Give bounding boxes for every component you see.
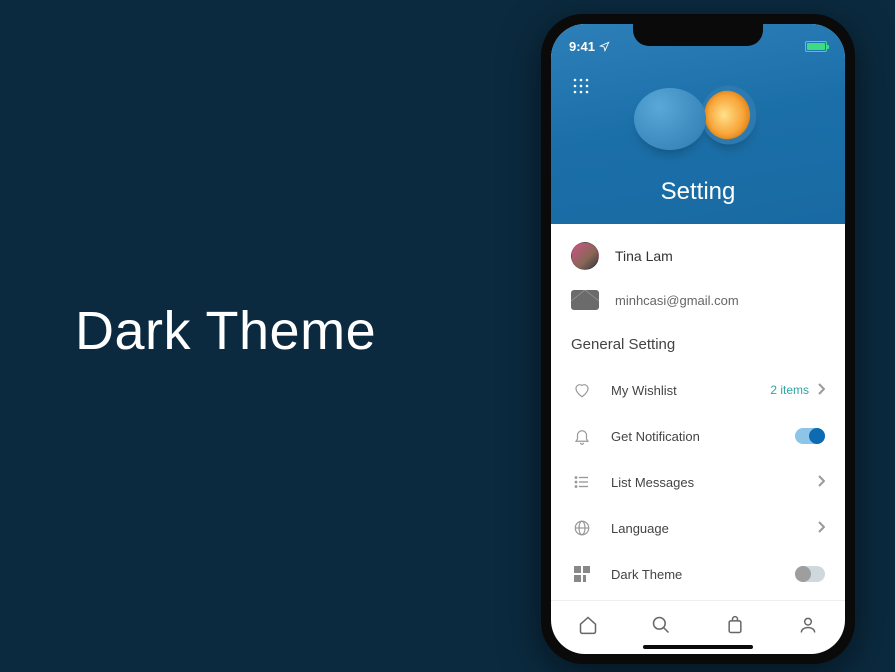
wishlist-count: 2 items <box>770 383 809 397</box>
theme-icon <box>571 566 593 582</box>
chevron-right-icon <box>817 383 825 398</box>
phone-notch <box>633 24 763 46</box>
mail-icon <box>571 290 599 310</box>
row-language[interactable]: Language <box>571 505 825 551</box>
row-wishlist[interactable]: My Wishlist 2 items <box>571 367 825 413</box>
orange-whole-illustration <box>634 88 706 150</box>
tab-profile[interactable] <box>797 614 819 636</box>
user-email: minhcasi@gmail.com <box>615 293 739 308</box>
header-illustration <box>618 74 778 154</box>
battery-icon <box>805 41 827 52</box>
phone-screen: 9:41 Setting Tina Lam <box>551 24 845 654</box>
location-arrow-icon <box>599 41 610 52</box>
row-dark-theme: Dark Theme <box>571 551 825 597</box>
row-notification: Get Notification <box>571 413 825 459</box>
user-icon <box>798 615 818 635</box>
messages-label: List Messages <box>611 475 799 490</box>
content: Tina Lam minhcasi@gmail.com General Sett… <box>551 224 845 600</box>
list-icon <box>571 473 593 491</box>
profile-row[interactable]: Tina Lam <box>571 242 825 270</box>
dark-theme-label: Dark Theme <box>611 567 777 582</box>
language-label: Language <box>611 521 799 536</box>
tab-home[interactable] <box>577 614 599 636</box>
status-time: 9:41 <box>569 39 610 54</box>
tab-shop[interactable] <box>724 614 746 636</box>
user-name: Tina Lam <box>615 248 673 264</box>
notification-toggle[interactable] <box>795 428 825 444</box>
search-icon <box>651 615 671 635</box>
bag-icon <box>725 615 745 635</box>
row-messages[interactable]: List Messages <box>571 459 825 505</box>
status-time-text: 9:41 <box>569 39 595 54</box>
dark-theme-toggle[interactable] <box>795 566 825 582</box>
home-icon <box>578 615 598 635</box>
home-indicator[interactable] <box>643 645 753 649</box>
wishlist-label: My Wishlist <box>611 383 752 398</box>
menu-grid-icon[interactable] <box>573 78 589 94</box>
orange-slice-illustration <box>701 80 756 149</box>
notification-label: Get Notification <box>611 429 777 444</box>
globe-icon <box>571 519 593 537</box>
section-title-general: General Setting <box>571 336 825 353</box>
page-title: Dark Theme <box>75 300 376 362</box>
header: 9:41 Setting <box>551 24 845 224</box>
bell-icon <box>571 427 593 445</box>
tab-search[interactable] <box>650 614 672 636</box>
avatar <box>571 242 599 270</box>
phone-frame: 9:41 Setting Tina Lam <box>541 14 855 664</box>
email-row[interactable]: minhcasi@gmail.com <box>571 290 825 310</box>
header-title: Setting <box>551 178 845 206</box>
chevron-right-icon <box>817 475 825 490</box>
heart-icon <box>571 381 593 399</box>
chevron-right-icon <box>817 521 825 536</box>
